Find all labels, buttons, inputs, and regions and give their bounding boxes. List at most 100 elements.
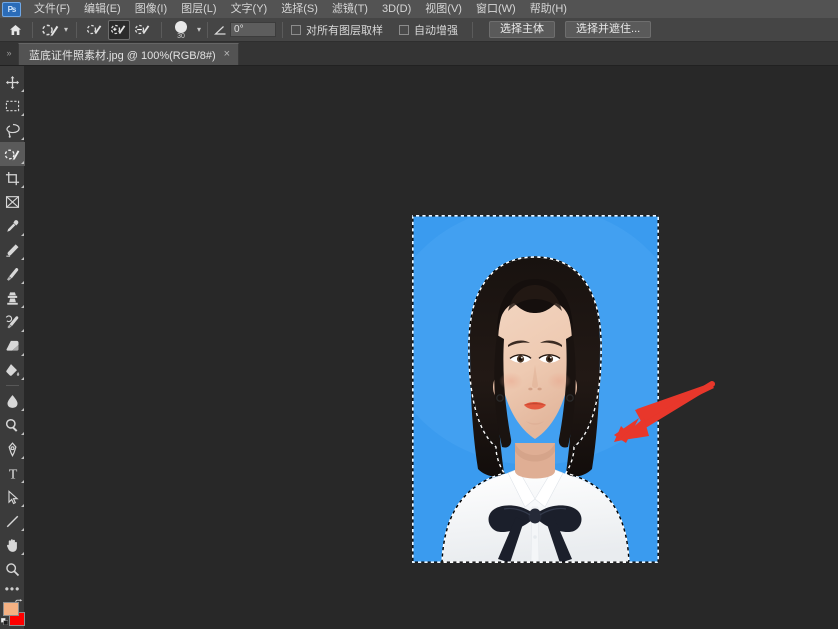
clone-stamp-tool[interactable]	[0, 286, 25, 310]
quick-selection-icon	[4, 149, 20, 160]
home-icon	[9, 24, 21, 35]
tool-flyout-triangle-icon[interactable]	[21, 329, 24, 332]
eyedropper-tool[interactable]	[0, 214, 25, 238]
pen-icon	[8, 441, 17, 457]
history-brush-icon	[5, 314, 19, 328]
menu-window[interactable]: 窗口(W)	[469, 0, 523, 18]
lasso-tool[interactable]	[0, 118, 25, 142]
options-separator-3	[161, 21, 163, 38]
eraser-icon	[6, 340, 19, 351]
home-button[interactable]	[4, 20, 26, 40]
gradient-tool[interactable]	[0, 358, 25, 382]
spot-healing-brush-tool[interactable]	[0, 238, 25, 262]
tool-flyout-triangle-icon[interactable]	[21, 432, 24, 435]
sample-all-layers-box-icon[interactable]	[291, 24, 302, 35]
tool-flyout-triangle-icon[interactable]	[21, 480, 24, 483]
quick-selection-icon	[42, 24, 59, 36]
new-selection-mode[interactable]	[84, 20, 106, 40]
tool-flyout-triangle-icon[interactable]	[21, 185, 24, 188]
arrange-documents-button[interactable]: »	[0, 41, 18, 65]
tool-flyout-triangle-icon[interactable]	[21, 528, 24, 531]
photoshop-window: Ps 文件(F) 编辑(E) 图像(I) 图层(L) 文字(Y) 选择(S) 滤…	[0, 0, 838, 629]
canvas-area[interactable]	[25, 66, 838, 629]
quick-selection-subtract-icon	[134, 24, 149, 35]
tool-flyout-triangle-icon[interactable]	[21, 113, 24, 116]
crop-tool[interactable]	[0, 166, 25, 190]
color-swatches[interactable]	[0, 599, 25, 629]
tool-flyout-triangle-icon[interactable]	[21, 456, 24, 459]
eyedropper-icon	[7, 219, 19, 232]
pen-tool[interactable]	[0, 437, 25, 461]
tool-flyout-triangle-icon[interactable]	[21, 89, 24, 92]
tools-divider	[5, 385, 19, 386]
tool-flyout-triangle-icon[interactable]	[21, 377, 24, 380]
document-tab-bar: » 蓝底证件照素材.jpg @ 100%(RGB/8#) ×	[0, 42, 838, 66]
menu-select[interactable]: 选择(S)	[274, 0, 325, 18]
brush-picker-chevron-down-icon[interactable]: ▾	[197, 25, 201, 34]
rectangular-marquee-tool[interactable]	[0, 94, 25, 118]
history-brush-tool[interactable]	[0, 310, 25, 334]
dodge-tool[interactable]	[0, 413, 25, 437]
svg-text:T: T	[8, 467, 17, 480]
edit-toolbar-button[interactable]: •••	[0, 581, 25, 597]
menu-type[interactable]: 文字(Y)	[224, 0, 275, 18]
close-icon[interactable]: ×	[224, 49, 230, 60]
healing-brush-icon	[6, 243, 19, 257]
auto-enhance-checkbox[interactable]: 自动增强	[399, 22, 458, 38]
tool-flyout-triangle-icon[interactable]	[21, 161, 24, 164]
menu-filter[interactable]: 滤镜(T)	[325, 0, 375, 18]
crop-icon	[5, 171, 20, 185]
blur-drop-icon	[7, 394, 18, 408]
sample-all-layers-checkbox[interactable]: 对所有图层取样	[291, 22, 383, 38]
frame-tool[interactable]	[0, 190, 25, 214]
brush-tool[interactable]	[0, 262, 25, 286]
document-image[interactable]	[412, 215, 659, 563]
menu-3d[interactable]: 3D(D)	[375, 0, 418, 18]
tool-flyout-triangle-icon[interactable]	[21, 233, 24, 236]
menu-view[interactable]: 视图(V)	[418, 0, 469, 18]
angle-icon	[214, 25, 226, 35]
tool-flyout-triangle-icon[interactable]	[21, 408, 24, 411]
angle-input[interactable]: 0°	[230, 22, 277, 37]
foreground-color-swatch[interactable]	[3, 602, 19, 616]
menu-image[interactable]: 图像(I)	[128, 0, 174, 18]
zoom-magnifier-icon	[6, 562, 20, 576]
brush-size-value: 30	[177, 32, 185, 40]
tool-flyout-triangle-icon[interactable]	[21, 137, 24, 140]
auto-enhance-box-icon[interactable]	[399, 24, 410, 35]
brush-size-picker[interactable]: 30	[168, 20, 194, 40]
chevron-down-icon[interactable]: ▾	[64, 25, 68, 34]
auto-enhance-label: 自动增强	[414, 24, 459, 37]
frame-icon	[5, 196, 20, 208]
line-tool[interactable]	[0, 509, 25, 533]
quick-selection-new-icon	[86, 24, 101, 35]
select-subject-button[interactable]: 选择主体	[489, 21, 556, 38]
path-selection-tool[interactable]	[0, 485, 25, 509]
tool-flyout-triangle-icon[interactable]	[21, 353, 24, 356]
brush-preview-icon	[175, 20, 188, 33]
tool-flyout-triangle-icon[interactable]	[21, 552, 24, 555]
hand-tool[interactable]	[0, 533, 25, 557]
subtract-from-selection-mode[interactable]	[132, 20, 154, 40]
document-tab[interactable]: 蓝底证件照素材.jpg @ 100%(RGB/8#) ×	[18, 43, 240, 65]
tool-flyout-triangle-icon[interactable]	[21, 305, 24, 308]
menu-edit[interactable]: 编辑(E)	[77, 0, 128, 18]
tool-preset-picker[interactable]: ▾	[39, 20, 70, 40]
angle-control[interactable]: 0°	[214, 22, 277, 37]
tool-flyout-triangle-icon[interactable]	[21, 504, 24, 507]
move-tool[interactable]	[0, 70, 25, 94]
menu-file[interactable]: 文件(F)	[27, 0, 77, 18]
blur-tool[interactable]	[0, 389, 25, 413]
default-colors-icon[interactable]	[1, 618, 8, 625]
add-to-selection-mode[interactable]	[108, 19, 131, 40]
tool-flyout-triangle-icon[interactable]	[21, 281, 24, 284]
tool-flyout-triangle-icon[interactable]	[21, 257, 24, 260]
zoom-tool[interactable]	[0, 557, 25, 581]
eraser-tool[interactable]	[0, 334, 25, 358]
select-and-mask-button[interactable]: 选择并遮住...	[565, 21, 652, 38]
quick-selection-tool[interactable]	[0, 142, 25, 166]
path-selection-arrow-icon	[7, 489, 19, 504]
menu-layer[interactable]: 图层(L)	[174, 0, 223, 18]
menu-help[interactable]: 帮助(H)	[523, 0, 574, 18]
horizontal-type-tool[interactable]: T	[0, 461, 25, 485]
